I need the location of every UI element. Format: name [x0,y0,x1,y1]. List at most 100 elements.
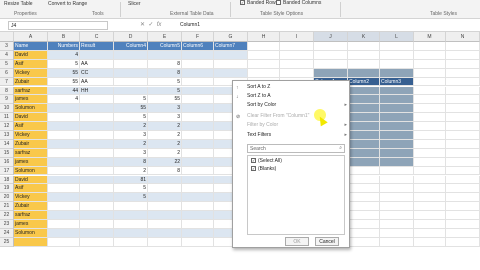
empty-cell[interactable] [446,175,480,185]
column-header-i[interactable]: I [280,32,314,42]
column-header-f[interactable]: F [182,32,214,42]
empty-cell[interactable] [446,42,480,51]
table-cell[interactable] [80,157,114,167]
table-header-cell[interactable]: Column6 [182,42,214,51]
name-cell[interactable]: sarfraz [14,211,48,220]
empty-cell[interactable] [414,50,446,60]
right-table-cell[interactable] [348,86,380,96]
table-cell[interactable] [48,202,80,212]
table-cell[interactable]: 8 [114,157,148,167]
column-header-k[interactable]: K [348,32,380,42]
table-cell[interactable] [80,104,114,114]
row-header[interactable]: 24 [0,228,14,238]
name-cell[interactable]: Vickey [14,131,48,140]
row-header[interactable]: 15 [0,148,14,158]
table-cell[interactable]: 2 [114,139,148,149]
name-cell[interactable]: Solumon [14,166,48,176]
table-cell[interactable] [48,131,80,140]
right-table-cell[interactable] [348,228,380,238]
table-cell[interactable]: 3 [114,131,148,140]
name-cell[interactable]: sarfraz [14,86,48,96]
name-cell[interactable]: David [14,175,48,185]
right-table-cell[interactable] [380,104,414,114]
table-cell[interactable] [182,77,214,87]
table-cell[interactable] [148,211,182,220]
right-table-cell[interactable] [380,166,414,176]
right-table-cell[interactable] [314,59,348,69]
empty-cell[interactable] [414,228,446,238]
empty-cell[interactable] [414,59,446,69]
table-cell[interactable] [182,220,214,229]
right-table-cell[interactable] [348,59,380,69]
right-table-cell[interactable] [348,202,380,212]
table-cell[interactable] [182,131,214,140]
name-cell[interactable]: james [14,220,48,229]
table-cell[interactable] [148,175,182,185]
table-header-cell[interactable]: Result [80,42,114,51]
table-cell[interactable] [80,228,114,238]
table-cell[interactable]: 55 [114,104,148,114]
row-header[interactable]: 10 [0,104,14,114]
empty-cell[interactable] [414,95,446,105]
empty-cell[interactable] [248,42,280,51]
row-header[interactable]: 6 [0,68,14,78]
row-header[interactable]: 4 [0,50,14,60]
table-header-cell[interactable]: Numbers [48,42,80,51]
row-header[interactable]: 14 [0,139,14,149]
cancel-icon[interactable]: ✕ [140,22,145,28]
empty-cell[interactable] [446,220,480,229]
name-cell[interactable]: Asif [14,122,48,131]
empty-cell[interactable] [414,175,446,185]
table-cell[interactable]: 5 [48,59,80,69]
table-cell[interactable] [48,157,80,167]
empty-cell[interactable] [446,77,480,87]
right-table-header-cell[interactable]: Column2 [348,77,380,87]
empty-cell[interactable] [446,157,480,167]
name-cell[interactable]: james [14,95,48,105]
empty-cell[interactable] [446,95,480,105]
table-cell[interactable] [48,139,80,149]
enter-icon[interactable]: ✓ [148,22,153,28]
table-cell[interactable]: 5 [114,95,148,105]
empty-cell[interactable] [446,131,480,140]
table-cell[interactable]: 5 [114,113,148,123]
table-header-cell[interactable]: Column7 [214,42,248,51]
table-cell[interactable]: 44 [48,86,80,96]
name-cell[interactable]: David [14,113,48,123]
table-cell[interactable]: 2 [148,131,182,140]
right-table-cell[interactable] [380,228,414,238]
table-cell[interactable] [114,68,148,78]
column-header-h[interactable]: H [248,32,280,42]
row-header[interactable]: 18 [0,175,14,185]
table-cell[interactable] [48,148,80,158]
name-cell[interactable]: Solumon [14,104,48,114]
empty-cell[interactable] [414,77,446,87]
empty-cell[interactable] [248,50,280,60]
empty-cell[interactable] [446,148,480,158]
table-cell[interactable]: 4 [48,50,80,60]
row-header[interactable]: 23 [0,220,14,229]
empty-cell[interactable] [280,42,314,51]
table-cell[interactable] [114,86,148,96]
table-cell[interactable] [182,193,214,203]
table-cell[interactable] [48,184,80,194]
table-cell[interactable]: 3 [114,148,148,158]
table-cell[interactable] [214,68,248,78]
right-table-cell[interactable] [380,157,414,167]
right-table-cell[interactable] [348,148,380,158]
table-cell[interactable] [80,220,114,229]
table-cell[interactable] [182,122,214,131]
sort-a-to-z-item[interactable]: ↑ Sort A to Z [233,83,351,92]
table-cell[interactable] [182,113,214,123]
column-header-b[interactable]: B [48,32,80,42]
table-cell[interactable] [182,59,214,69]
row-header[interactable]: 13 [0,131,14,140]
table-cell[interactable] [80,148,114,158]
right-table-cell[interactable] [380,139,414,149]
banded-rows-option[interactable]: ✓ Banded Rows [240,0,278,6]
empty-cell[interactable] [446,122,480,131]
text-filters-item[interactable]: Text Filters ▸ [233,131,351,140]
empty-cell[interactable] [446,86,480,96]
empty-cell[interactable] [446,68,480,78]
table-cell[interactable]: 55 [48,77,80,87]
